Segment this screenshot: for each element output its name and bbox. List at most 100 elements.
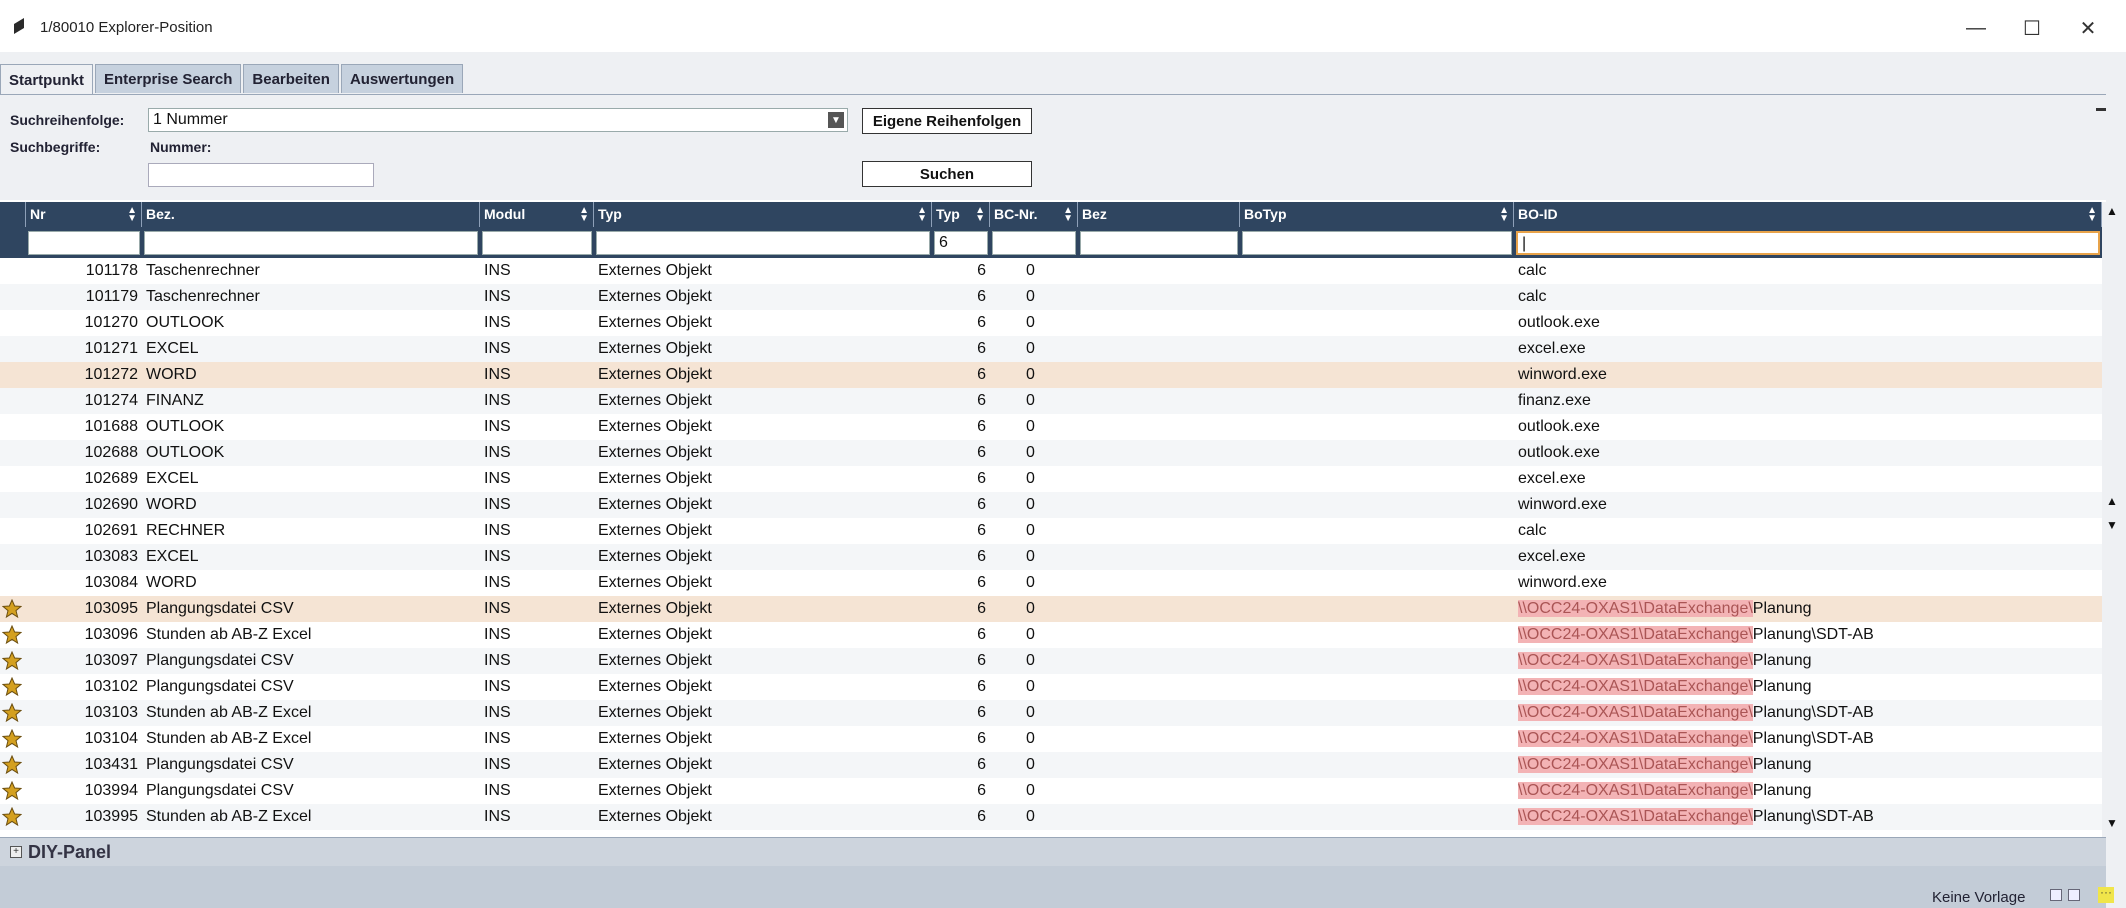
- cell-bc-nr: 0: [1026, 548, 1035, 565]
- sort-icon[interactable]: ▲ ▼: [1499, 206, 1509, 224]
- cell-bez: WORD: [146, 366, 197, 383]
- expand-icon[interactable]: +: [10, 846, 22, 858]
- filter-bez2[interactable]: [1080, 231, 1238, 255]
- number-label: Nummer:: [150, 139, 212, 155]
- tab-auswertungen[interactable]: Auswertungen: [340, 64, 464, 93]
- table-row[interactable]: 101274 FINANZ INS Externes Objekt 6 0 finanz.e…: [0, 388, 2102, 414]
- table-row[interactable]: 102691 RECHNER INS Externes Objekt 6 0 calc: [0, 518, 2102, 544]
- more-icon[interactable]: ···: [2098, 886, 2114, 903]
- number-input[interactable]: [148, 163, 374, 187]
- cell-modul: INS: [484, 730, 511, 747]
- path-highlight: \\OCC24-OXAS1\DataExchange\: [1518, 678, 1753, 695]
- cell-typ-nr: 6: [977, 678, 986, 695]
- column-header-modul[interactable]: Modul ▲ ▼: [480, 202, 594, 227]
- cell-bez: Plangungsdatei CSV: [146, 782, 294, 799]
- cell-nr: 101179: [85, 288, 138, 305]
- filter-typ[interactable]: [596, 231, 930, 255]
- column-header-bez[interactable]: Bez.: [142, 202, 480, 227]
- column-header-botyp[interactable]: BoTyp ▲ ▼: [1240, 202, 1514, 227]
- sort-icon[interactable]: ▲ ▼: [1063, 206, 1073, 224]
- filter-bc-nr[interactable]: [992, 231, 1076, 255]
- cell-bc-nr: 0: [1026, 366, 1035, 383]
- table-row[interactable]: 101178 Taschenrechner INS Externes Objekt 6 0…: [0, 258, 2102, 284]
- column-header-label: Nr: [30, 206, 46, 222]
- cell-typ-nr: 6: [977, 756, 986, 773]
- column-header-typ[interactable]: Typ ▲ ▼: [594, 202, 932, 227]
- cell-bc-nr: 0: [1026, 314, 1035, 331]
- scroll-down-icon[interactable]: ▼: [2106, 518, 2118, 532]
- diy-panel-header[interactable]: + DIY-Panel: [0, 837, 2106, 866]
- sort-icon[interactable]: ▲ ▼: [975, 206, 985, 224]
- star-icon: [2, 703, 22, 723]
- filter-typ-nr[interactable]: 6: [934, 231, 988, 255]
- table-row[interactable]: 102690 WORD INS Externes Objekt 6 0 winword.ex…: [0, 492, 2102, 518]
- maximize-button[interactable]: ☐: [2006, 10, 2058, 46]
- chevron-down-icon[interactable]: ▼: [828, 112, 844, 128]
- cell-typ: Externes Objekt: [598, 730, 712, 747]
- cell-bo-id: finanz.exe: [1518, 392, 1591, 410]
- table-row[interactable]: 103102 Plangungsdatei CSV INS Externes Obje…: [0, 674, 2102, 700]
- table-row[interactable]: 103096 Stunden ab AB-Z Excel INS Externes O…: [0, 622, 2102, 648]
- tab-bearbeiten[interactable]: Bearbeiten: [243, 64, 339, 93]
- table-row[interactable]: 103103 Stunden ab AB-Z Excel INS Externes O…: [0, 700, 2102, 726]
- column-header-bez2[interactable]: Bez: [1078, 202, 1240, 227]
- column-header-bo-id[interactable]: BO-ID ▲ ▼: [1514, 202, 2102, 227]
- window-icon[interactable]: [2068, 889, 2080, 901]
- table-row[interactable]: 103084 WORD INS Externes Objekt 6 0 winword.ex…: [0, 570, 2102, 596]
- scroll-up-icon[interactable]: ▲: [2106, 494, 2118, 508]
- search-button[interactable]: Suchen: [862, 161, 1032, 187]
- custom-order-button[interactable]: Eigene Reihenfolgen: [862, 108, 1032, 134]
- table-row[interactable]: 102688 OUTLOOK INS Externes Objekt 6 0 outlook…: [0, 440, 2102, 466]
- path-highlight: \\OCC24-OXAS1\DataExchange\: [1518, 652, 1753, 669]
- table-row[interactable]: 103995 Stunden ab AB-Z Excel INS Externes O…: [0, 804, 2102, 830]
- cell-bez: Stunden ab AB-Z Excel: [146, 808, 312, 825]
- layout-icon[interactable]: [2050, 889, 2062, 901]
- tab-enterprise-search[interactable]: Enterprise Search: [95, 64, 242, 93]
- table-row[interactable]: 103104 Stunden ab AB-Z Excel INS Externes O…: [0, 726, 2102, 752]
- filter-botyp[interactable]: [1242, 231, 1512, 255]
- column-header-typ-nr[interactable]: Typ ▲ ▼: [932, 202, 990, 227]
- filter-nr[interactable]: [28, 231, 140, 255]
- table-row[interactable]: 102689 EXCEL INS Externes Objekt 6 0 excel.exe: [0, 466, 2102, 492]
- star-icon: [2, 651, 22, 671]
- cell-nr: 103097: [84, 652, 138, 669]
- table-row[interactable]: 103994 Plangungsdatei CSV INS Externes Obje…: [0, 778, 2102, 804]
- table-row[interactable]: 101272 WORD INS Externes Objekt 6 0 winword.ex…: [0, 362, 2102, 388]
- filter-bo-id[interactable]: |: [1516, 231, 2100, 255]
- tab-bar: Startpunkt Enterprise Search Bearbeiten …: [0, 64, 465, 95]
- minimize-button[interactable]: —: [1950, 10, 2002, 46]
- grid-scrollbar[interactable]: ▲ ▲ ▼ ▼: [2102, 202, 2122, 837]
- path-highlight: \\OCC24-OXAS1\DataExchange\: [1518, 626, 1753, 643]
- cell-nr: 101270: [84, 314, 138, 331]
- cell-bc-nr: 0: [1026, 574, 1035, 591]
- scroll-top-icon[interactable]: ▲: [2106, 204, 2118, 218]
- sort-icon[interactable]: ▲ ▼: [579, 206, 589, 224]
- table-row[interactable]: 103095 Plangungsdatei CSV INS Externes Obje…: [0, 596, 2102, 622]
- table-row[interactable]: 101688 OUTLOOK INS Externes Objekt 6 0 outlook…: [0, 414, 2102, 440]
- cell-nr: 103994: [84, 782, 138, 799]
- cell-nr: 101271: [84, 340, 138, 357]
- table-row[interactable]: 101270 OUTLOOK INS Externes Objekt 6 0 outlook…: [0, 310, 2102, 336]
- sort-icon[interactable]: ▲ ▼: [917, 206, 927, 224]
- cell-typ: Externes Objekt: [598, 678, 712, 695]
- table-row[interactable]: 103083 EXCEL INS Externes Objekt 6 0 excel.exe: [0, 544, 2102, 570]
- sort-icon[interactable]: ▲ ▼: [2087, 206, 2097, 224]
- scroll-bottom-icon[interactable]: ▼: [2106, 816, 2118, 830]
- filter-bez[interactable]: [144, 231, 478, 255]
- filter-modul[interactable]: [482, 231, 592, 255]
- table-row[interactable]: 101271 EXCEL INS Externes Objekt 6 0 excel.exe: [0, 336, 2102, 362]
- collapse-panel-icon[interactable]: [2096, 108, 2106, 111]
- bo-id-text: excel.exe: [1518, 340, 1586, 357]
- sort-icon[interactable]: ▲ ▼: [127, 206, 137, 224]
- close-button[interactable]: ✕: [2062, 10, 2114, 46]
- column-header-bc-nr[interactable]: BC-Nr. ▲ ▼: [990, 202, 1078, 227]
- column-header-nr[interactable]: Nr ▲ ▼: [26, 202, 142, 227]
- cell-bc-nr: 0: [1026, 730, 1035, 747]
- table-row[interactable]: 103431 Plangungsdatei CSV INS Externes Obje…: [0, 752, 2102, 778]
- tab-startpunkt[interactable]: Startpunkt: [0, 64, 93, 95]
- search-order-select[interactable]: 1 Nummer: [148, 108, 848, 132]
- table-row[interactable]: 103097 Plangungsdatei CSV INS Externes Obje…: [0, 648, 2102, 674]
- table-row[interactable]: 101179 Taschenrechner INS Externes Objekt 6 0…: [0, 284, 2102, 310]
- bo-id-text: finanz.exe: [1518, 392, 1591, 409]
- cell-typ-nr: 6: [977, 418, 986, 435]
